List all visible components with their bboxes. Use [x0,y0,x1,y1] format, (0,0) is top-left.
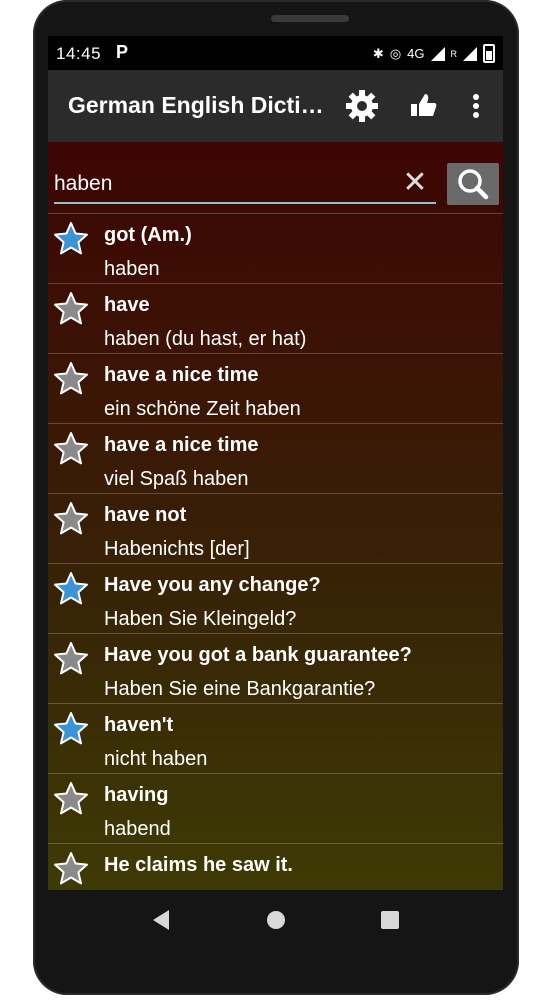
overflow-menu-icon[interactable] [458,88,494,124]
result-row[interactable]: having habend [48,773,503,843]
result-row[interactable]: have a nice time ein schöne Zeit haben [48,353,503,423]
result-row[interactable]: Have you any change? Haben Sie Kleingeld? [48,563,503,633]
result-term: Have you any change? [104,574,321,596]
result-term: have [104,294,150,316]
result-row[interactable]: haven't nicht haben [48,703,503,773]
recent-apps-icon[interactable] [381,911,399,929]
favorite-star-icon[interactable] [52,850,90,888]
bluetooth-icon: ✱ [372,45,384,61]
search-button[interactable] [447,163,499,205]
settings-gear-icon[interactable] [344,88,380,124]
app-bar: German English Dictionary [48,70,503,142]
status-icons: ✱ ◎ 4G R [373,44,495,63]
hotspot-icon: ◎ [389,45,402,61]
app-title: German English Dictionary [68,92,328,118]
result-translation: Habenichts [der] [104,538,250,560]
result-term: haven't [104,714,174,736]
result-row[interactable]: Have you got a bank guarantee? Haben Sie … [48,633,503,703]
home-icon[interactable] [267,911,285,929]
result-translation: nicht haben [104,748,208,770]
result-translation: ein schöne Zeit haben [104,398,301,420]
result-translation: haben (du hast, er hat) [104,328,307,350]
result-translation: haben [104,258,160,280]
result-term: He claims he saw it. [104,854,293,876]
results-area: ✕ got (Am.) haben have haben (du hast, er h… [48,142,503,890]
result-translation: Haben Sie Kleingeld? [104,608,297,630]
search-input[interactable] [54,166,436,204]
result-row[interactable]: got (Am.) haben [48,213,503,283]
result-list: got (Am.) haben have haben (du hast, er hat… [48,213,503,890]
battery-icon [483,44,495,63]
result-term: have a nice time [104,364,259,386]
screen: 14:45 P ✱ ◎ 4G R German English Dictiona… [48,36,503,890]
favorite-star-icon[interactable] [52,220,90,258]
signal-icon [430,46,445,61]
phone-speaker [271,15,349,22]
roaming-label: R [450,48,458,59]
back-icon[interactable] [153,910,169,930]
result-term: have not [104,504,187,526]
status-time: 14:45 [56,44,102,63]
favorite-star-icon[interactable] [52,780,90,818]
result-row[interactable]: have haben (du hast, er hat) [48,283,503,353]
favorite-star-icon[interactable] [52,360,90,398]
result-translation: habend [104,818,171,840]
favorite-star-icon[interactable] [52,500,90,538]
result-translation: Haben Sie eine Bankgarantie? [104,678,376,700]
parking-notification-icon: P [116,42,129,62]
favorite-star-icon[interactable] [52,290,90,328]
status-bar: 14:45 P ✱ ◎ 4G R [48,36,503,70]
result-term: Have you got a bank guarantee? [104,644,412,666]
search-icon [458,169,489,200]
favorite-star-icon[interactable] [52,430,90,468]
result-row[interactable]: He claims he saw it.Er will es gesehen h… [48,843,503,890]
clear-search-icon[interactable]: ✕ [400,166,430,200]
favorite-star-icon[interactable] [52,570,90,608]
thumbs-up-icon[interactable] [405,88,441,124]
navigation-bar [48,890,503,950]
result-row[interactable]: have not Habenichts [der] [48,493,503,563]
favorite-star-icon[interactable] [52,710,90,748]
favorite-star-icon[interactable] [52,640,90,678]
result-row[interactable]: have a nice time viel Spaß haben [48,423,503,493]
result-translation: viel Spaß haben [104,468,249,490]
search-row: ✕ [48,142,503,212]
result-term: having [104,784,169,806]
network-type-label: 4G [407,46,425,61]
result-term: have a nice time [104,434,259,456]
result-term: got (Am.) [104,224,192,246]
signal-roaming-icon [463,46,477,61]
